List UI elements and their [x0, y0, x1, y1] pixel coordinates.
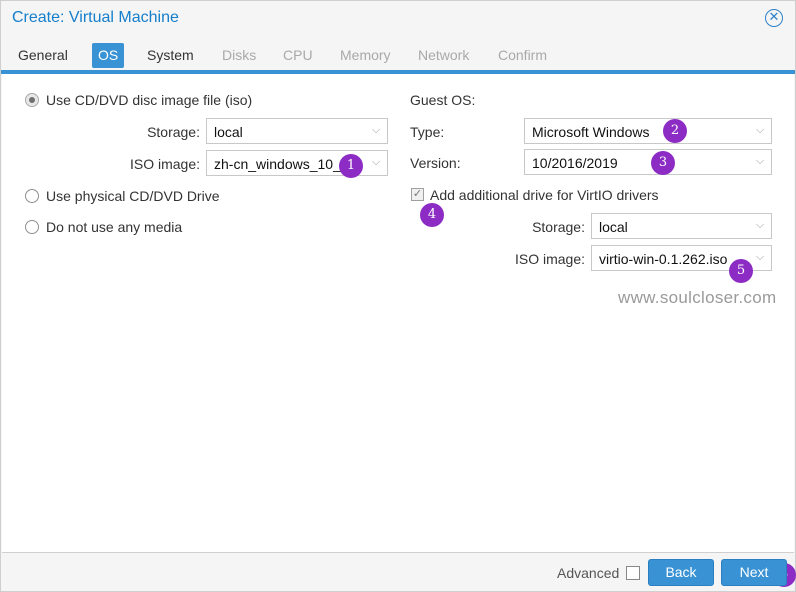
virtio-storage-value: local	[599, 219, 628, 235]
storage-value: local	[214, 124, 243, 140]
chevron-down-icon[interactable]: ⌵	[749, 150, 771, 174]
annotation-badge-5: 5	[729, 259, 753, 283]
os-version-value: 10/2016/2019	[532, 155, 618, 171]
dialog-title: Create: Virtual Machine	[12, 9, 179, 26]
virtio-iso-value: virtio-win-0.1.262.iso	[599, 251, 728, 267]
radio-no-media[interactable]	[25, 220, 39, 234]
os-type-select[interactable]: Microsoft Windows ⌵	[524, 118, 772, 144]
annotation-badge-3: 3	[651, 151, 675, 175]
virtio-storage-select[interactable]: local ⌵	[591, 213, 772, 239]
next-button[interactable]: Next	[721, 559, 787, 586]
virtio-checkbox[interactable]: ✓	[411, 188, 424, 201]
chevron-down-icon[interactable]: ⌵	[749, 214, 771, 238]
advanced-checkbox[interactable]	[626, 566, 640, 580]
virtio-storage-label: Storage:	[532, 219, 585, 235]
annotation-badge-1: 1	[339, 154, 363, 178]
os-version-label: Version:	[410, 155, 461, 171]
dialog-window: Create: Virtual Machine ✕ General OS Sys…	[0, 0, 796, 592]
dialog-titlebar: Create: Virtual Machine ✕	[1, 1, 795, 37]
tab-os[interactable]: OS	[92, 43, 125, 68]
iso-image-label: ISO image:	[129, 156, 200, 172]
iso-image-value: zh-cn_windows_10_	[214, 156, 341, 172]
tab-network: Network	[418, 47, 470, 63]
tab-confirm: Confirm	[498, 47, 548, 63]
annotation-badge-2: 2	[663, 119, 687, 143]
watermark: www.soulcloser.com	[618, 288, 777, 307]
os-panel: Use CD/DVD disc image file (iso) Storage…	[2, 74, 794, 553]
check-icon: ✓	[412, 188, 423, 200]
advanced-label: Advanced	[557, 565, 620, 581]
back-button[interactable]: Back	[648, 559, 714, 586]
chevron-down-icon[interactable]: ⌵	[365, 119, 387, 143]
close-icon[interactable]: ✕	[765, 9, 783, 27]
storage-select[interactable]: local ⌵	[206, 118, 388, 144]
storage-label: Storage:	[147, 124, 200, 140]
radio-physical-drive[interactable]	[25, 189, 39, 203]
radio-physical-drive-label: Use physical CD/DVD Drive	[46, 188, 220, 204]
tab-system[interactable]: System	[141, 43, 200, 68]
radio-no-media-label: Do not use any media	[46, 219, 183, 235]
os-version-select[interactable]: 10/2016/2019 ⌵	[524, 149, 772, 175]
tab-general[interactable]: General	[12, 43, 74, 68]
chevron-down-icon[interactable]: ⌵	[365, 151, 387, 175]
virtio-checkbox-label: Add additional drive for VirtIO drivers	[430, 187, 659, 203]
virtio-iso-label: ISO image:	[514, 251, 585, 267]
radio-use-iso-label: Use CD/DVD disc image file (iso)	[46, 92, 253, 108]
os-type-label: Type:	[410, 124, 445, 140]
tab-cpu: CPU	[283, 47, 313, 63]
guest-os-heading: Guest OS:	[410, 92, 476, 108]
radio-use-iso[interactable]	[25, 93, 39, 107]
tab-disks: Disks	[222, 47, 257, 63]
os-type-value: Microsoft Windows	[532, 124, 650, 140]
tab-memory: Memory	[340, 47, 391, 63]
annotation-badge-4: 4	[420, 203, 444, 227]
chevron-down-icon[interactable]: ⌵	[749, 119, 771, 143]
